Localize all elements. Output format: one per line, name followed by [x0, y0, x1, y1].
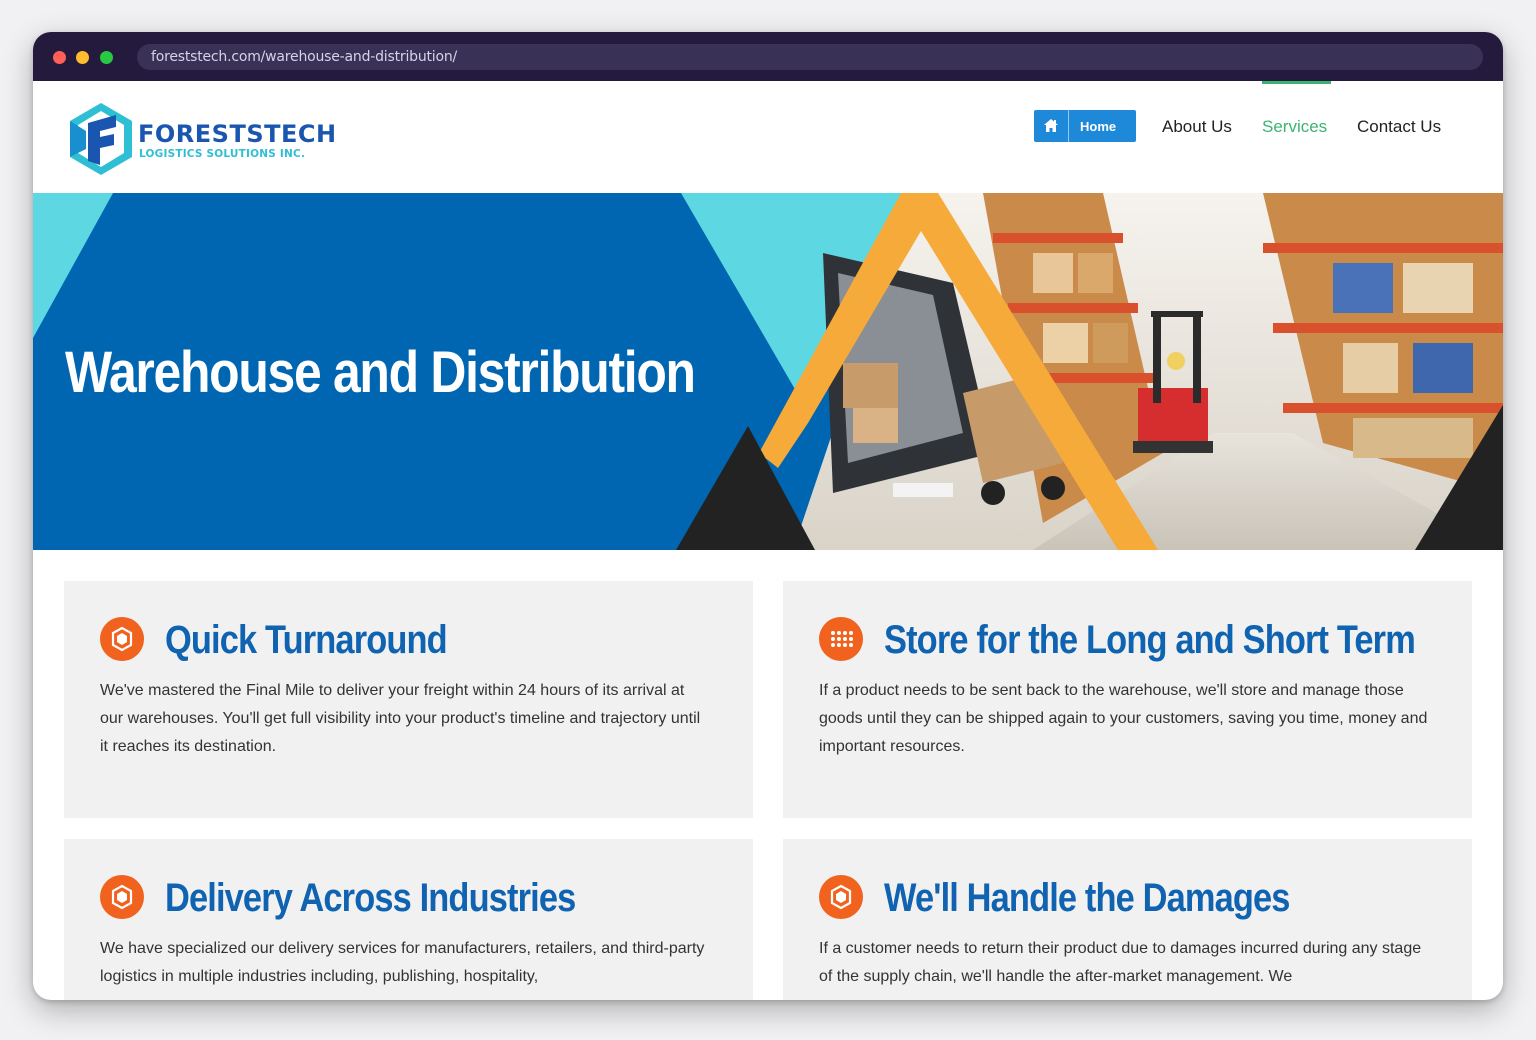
hero-title: Warehouse and Distribution [65, 340, 696, 405]
site-header: FORESTSTECH LOGISTICS SOLUTIONS INC. Hom… [33, 81, 1503, 193]
address-bar[interactable]: foreststech.com/warehouse-and-distributi… [137, 44, 1483, 70]
grid-dots-icon [819, 617, 863, 661]
maximize-window-button[interactable] [100, 51, 113, 64]
minimize-window-button[interactable] [76, 51, 89, 64]
feature-card-title: Quick Turnaround [165, 618, 448, 662]
nav-contact-us[interactable]: Contact Us [1357, 117, 1441, 137]
feature-card-title: Delivery Across Industries [165, 876, 576, 920]
close-window-button[interactable] [53, 51, 66, 64]
logo-title: FORESTSTECH [138, 120, 337, 148]
feature-card-store-long-short-term: Store for the Long and Short Term If a p… [783, 581, 1472, 818]
nav-active-indicator [1262, 81, 1331, 84]
nav-home-label: Home [1080, 119, 1117, 134]
address-bar-url: foreststech.com/warehouse-and-distributi… [151, 49, 458, 65]
feature-card-text: We have specialized our delivery service… [100, 940, 705, 985]
browser-window: foreststech.com/warehouse-and-distributi… [33, 32, 1503, 1000]
nav-about-us[interactable]: About Us [1162, 117, 1232, 137]
feature-card-quick-turnaround: Quick Turnaround We've mastered the Fina… [64, 581, 753, 818]
feature-card-text: We've mastered the Final Mile to deliver… [100, 682, 701, 755]
feature-card-text: If a product needs to be sent back to th… [819, 682, 1428, 755]
nav-services[interactable]: Services [1262, 117, 1327, 137]
feature-card-delivery-across-industries: Delivery Across Industries We have speci… [64, 839, 753, 1000]
feature-card-title: Store for the Long and Short Term [884, 618, 1416, 662]
home-icon [1034, 110, 1069, 142]
gear-polygon-icon [819, 875, 863, 919]
logo-hexagon-icon [70, 103, 132, 175]
logo-subtitle: LOGISTICS SOLUTIONS INC. [139, 148, 306, 160]
site-logo[interactable]: FORESTSTECH LOGISTICS SOLUTIONS INC. [66, 101, 336, 177]
nav-home-button[interactable]: Home [1034, 110, 1136, 142]
gear-polygon-icon [100, 875, 144, 919]
feature-card-title: We'll Handle the Damages [884, 876, 1290, 920]
feature-card-handle-damages: We'll Handle the Damages If a customer n… [783, 839, 1472, 1000]
gear-polygon-icon [100, 617, 144, 661]
hero-banner: Warehouse and Distribution [33, 193, 1503, 550]
browser-titlebar: foreststech.com/warehouse-and-distributi… [33, 32, 1503, 81]
feature-card-text: If a customer needs to return their prod… [819, 940, 1422, 985]
